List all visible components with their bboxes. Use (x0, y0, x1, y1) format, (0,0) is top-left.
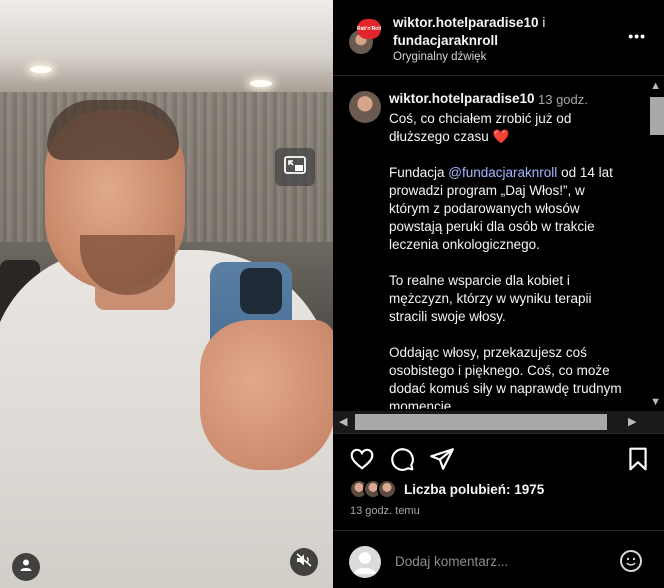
likes-row: Liczba polubień: 1975 (349, 479, 649, 501)
caption-text-fragment: Fundacja (389, 165, 449, 180)
caption-text: Coś, co chciałem zrobić już od dłuższego… (389, 110, 629, 409)
ceiling-light (30, 66, 52, 73)
comment-icon[interactable] (389, 446, 415, 472)
bookmark-icon[interactable] (625, 446, 651, 472)
emoji-picker-button[interactable] (620, 550, 642, 572)
default-avatar-icon (354, 552, 376, 574)
post-media[interactable] (0, 0, 333, 588)
user-icon (19, 558, 33, 577)
caption-author-avatar[interactable] (349, 91, 381, 123)
post-details-panel: Rak'n'Roll wiktor.hotelparadise10 i fund… (333, 0, 664, 588)
ceiling-light (250, 80, 272, 87)
collab-badge-text: Rak'n'Roll (356, 26, 382, 32)
picture-in-picture-button[interactable] (275, 148, 315, 186)
photo-hand (200, 320, 333, 470)
photo-hair (47, 100, 179, 160)
picture-in-picture-icon (284, 155, 306, 179)
post-actions (333, 446, 664, 476)
divider (333, 530, 664, 531)
collab-separator: i (538, 15, 546, 30)
red-heart-emoji: ❤️ (492, 129, 510, 144)
scroll-right-arrow[interactable]: ▶ (628, 415, 636, 428)
mute-button[interactable] (290, 548, 318, 576)
caption-paragraph-text: Coś, co chciałem zrobić już od dłuższego… (389, 111, 572, 144)
author-link[interactable]: wiktor.hotelparadise10 (393, 15, 539, 30)
mention-link[interactable]: @fundacjaraknroll (448, 165, 557, 180)
caption-comment: wiktor.hotelparadise10 13 godz. Coś, co … (333, 77, 655, 409)
photo-ceiling (0, 0, 333, 92)
share-icon[interactable] (429, 446, 455, 472)
vertical-scrollbar-thumb[interactable] (650, 97, 664, 135)
liker-avatar[interactable] (377, 479, 397, 499)
scroll-down-arrow[interactable]: ▼ (650, 396, 661, 408)
more-options-button[interactable]: ••• (628, 28, 646, 44)
caption-paragraph: Fundacja @fundacjaraknroll od 14 lat pro… (389, 164, 629, 254)
divider (333, 433, 664, 434)
audio-link[interactable]: Oryginalny dźwięk (393, 51, 486, 63)
likes-count[interactable]: Liczba polubień: 1975 (404, 482, 544, 497)
tagged-users-button[interactable] (12, 553, 40, 581)
more-horizontal-icon: ••• (628, 28, 646, 44)
scroll-up-arrow[interactable]: ▲ (650, 80, 661, 92)
caption-paragraph: Coś, co chciałem zrobić już od dłuższego… (389, 110, 629, 146)
comment-input[interactable]: Dodaj komentarz... (395, 554, 508, 569)
smiley-icon (626, 557, 636, 566)
post-timestamp[interactable]: 13 godz. temu (350, 505, 420, 517)
speaker-muted-icon (296, 552, 312, 572)
caption-paragraph: To realne wsparcie dla kobiet i mężczyzn… (389, 273, 592, 324)
caption-author-link[interactable]: wiktor.hotelparadise10 (389, 91, 535, 106)
current-user-avatar (349, 546, 381, 578)
post-header: Rak'n'Roll wiktor.hotelparadise10 i fund… (333, 0, 664, 76)
photo-phone-camera (240, 268, 282, 314)
header-authors: wiktor.hotelparadise10 i fundacjaraknrol… (393, 14, 593, 50)
horizontal-scrollbar-thumb[interactable] (355, 414, 607, 430)
collab-avatar-badge[interactable]: Rak'n'Roll (357, 19, 381, 39)
heart-icon[interactable] (349, 446, 375, 472)
collab-link[interactable]: fundacjaraknroll (393, 33, 498, 48)
scroll-left-arrow[interactable]: ◀ (339, 415, 347, 428)
caption-time[interactable]: 13 godz. (538, 92, 588, 107)
caption-paragraph: Oddając włosy, przekazujesz coś osobiste… (389, 345, 622, 409)
